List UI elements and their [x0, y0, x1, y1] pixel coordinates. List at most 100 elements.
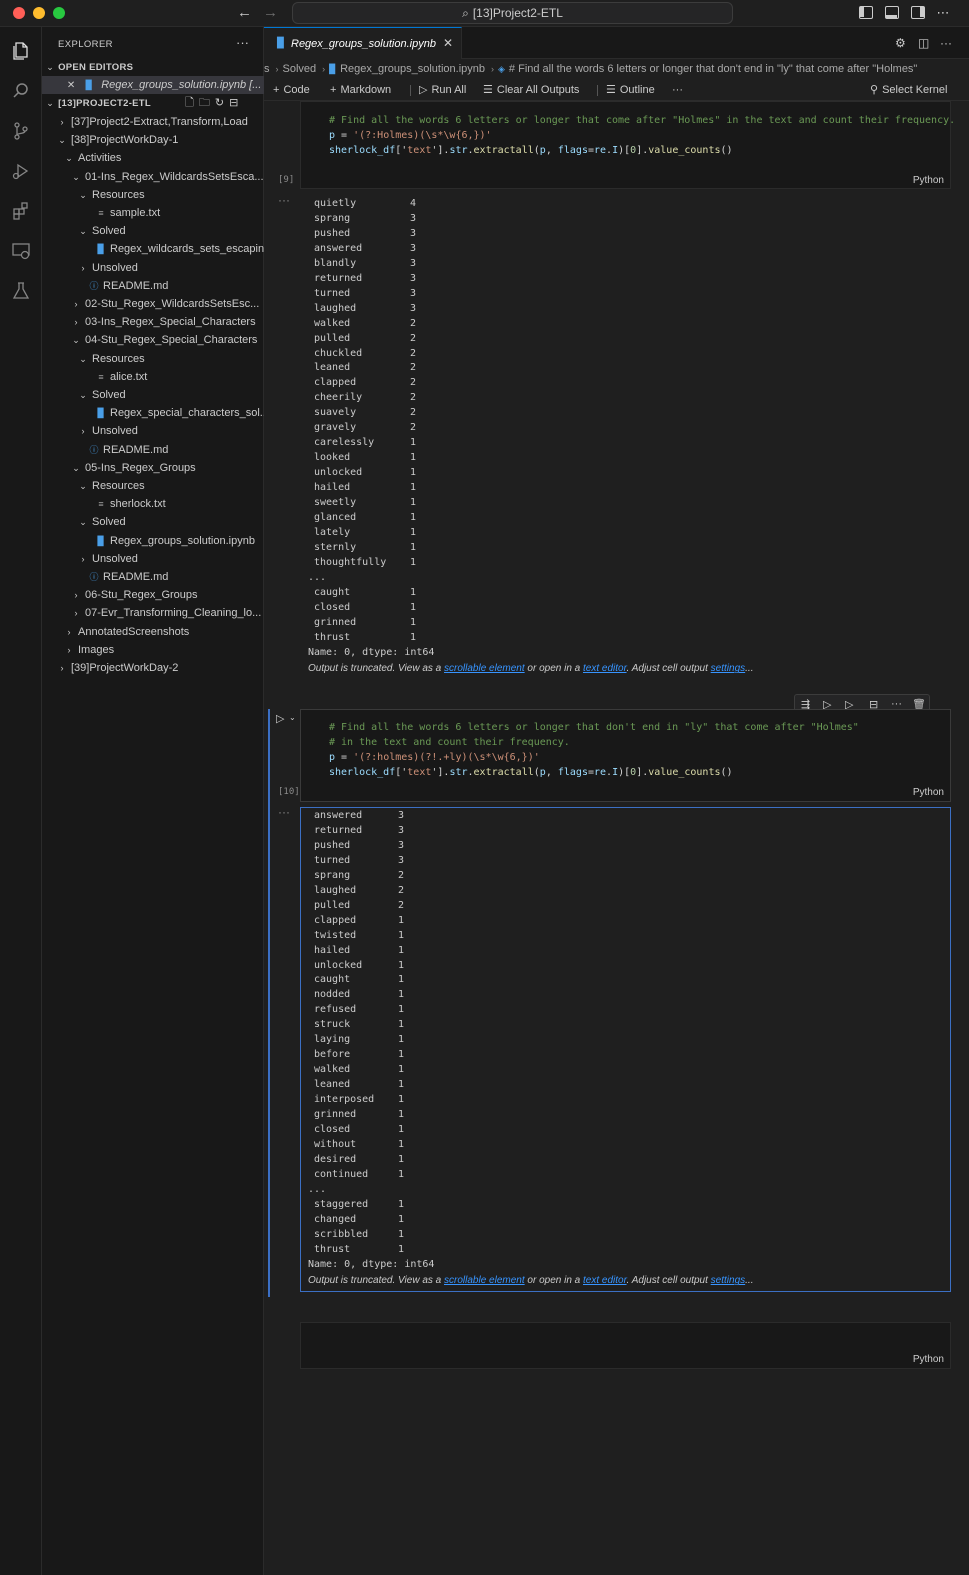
- run-debug-icon[interactable]: [0, 153, 42, 189]
- code-cell-2[interactable]: # Find all the words 6 letters or longer…: [300, 709, 951, 802]
- tree-item[interactable]: › Unsolved: [42, 259, 264, 277]
- tree-item[interactable]: › Unsolved: [42, 422, 264, 440]
- code-cell-1[interactable]: # Find all the words 6 letters or longer…: [300, 101, 955, 189]
- source-control-icon[interactable]: [0, 113, 42, 149]
- tree-item-label: 05-Ins_Regex_Groups: [85, 461, 196, 474]
- tree-item[interactable]: › Unsolved: [42, 550, 264, 568]
- tree-item[interactable]: › 06-Stu_Regex_Groups: [42, 586, 264, 604]
- refresh-icon[interactable]: ↻: [215, 97, 224, 109]
- minimize-window-button[interactable]: [33, 7, 45, 19]
- run-cell-icon[interactable]: ▷: [276, 712, 284, 725]
- tree-item[interactable]: ⌄ 04-Stu_Regex_Special_Characters: [42, 331, 264, 349]
- add-markdown-cell-button[interactable]: + Markdown: [330, 79, 391, 101]
- open-editors-header[interactable]: ⌄ OPEN EDITORS: [42, 58, 264, 76]
- close-icon[interactable]: ✕: [65, 77, 77, 94]
- cell-language-label[interactable]: Python: [913, 787, 944, 798]
- info-icon: ⓘ: [89, 444, 99, 455]
- maximize-window-button[interactable]: [53, 7, 65, 19]
- tree-item[interactable]: ⌄ Solved: [42, 386, 264, 404]
- collapse-all-icon[interactable]: ⊟: [229, 97, 238, 109]
- sidebar-more-icon[interactable]: ···: [236, 35, 249, 50]
- settings-link[interactable]: settings: [711, 663, 745, 674]
- markdown-label: Markdown: [340, 84, 392, 96]
- run-all-button[interactable]: ▷ Run All: [419, 79, 466, 101]
- toggle-panel-icon[interactable]: [885, 6, 899, 19]
- tree-item[interactable]: ⓘ README.md: [42, 441, 264, 459]
- close-tab-icon[interactable]: ✕: [443, 36, 453, 50]
- clear-all-outputs-button[interactable]: ☰ Clear All Outputs: [483, 79, 579, 101]
- tree-item[interactable]: ≡ sherlock.txt: [42, 495, 264, 513]
- workspace-header[interactable]: ⌄ [13]PROJECT2-ETL 🗋 🗀 ↻ ⊟: [42, 94, 264, 112]
- text-editor-link[interactable]: text editor: [583, 1275, 627, 1286]
- tree-item[interactable]: › Images: [42, 641, 264, 659]
- tree-item[interactable]: ⌄ 05-Ins_Regex_Groups: [42, 459, 264, 477]
- scrollable-element-link[interactable]: scrollable element: [444, 663, 525, 674]
- new-file-icon[interactable]: 🗋: [185, 97, 194, 109]
- tree-item[interactable]: ⓘ README.md: [42, 568, 264, 586]
- breadcrumb-part[interactable]: s: [264, 63, 270, 75]
- tree-item[interactable]: ⌄ Solved: [42, 222, 264, 240]
- tree-item[interactable]: › 02-Stu_Regex_WildcardsSetsEsc...: [42, 295, 264, 313]
- tree-item[interactable]: ⓘ README.md: [42, 277, 264, 295]
- breadcrumb-part[interactable]: # Find all the words 6 letters or longer…: [509, 63, 917, 75]
- output-row-label: twisted: [314, 929, 357, 941]
- add-code-cell-button[interactable]: + Code: [273, 79, 310, 101]
- new-folder-icon[interactable]: 🗀: [199, 97, 210, 109]
- tree-item[interactable]: › AnnotatedScreenshots: [42, 623, 264, 641]
- output-row-label: chuckled: [314, 347, 363, 359]
- tree-item[interactable]: › [37]Project2-Extract,Transform,Load: [42, 113, 264, 131]
- tree-item[interactable]: ▉ Regex_groups_solution.ipynb: [42, 532, 264, 550]
- split-editor-icon[interactable]: ◫: [918, 36, 929, 50]
- output-more-icon[interactable]: ···: [278, 805, 290, 819]
- tree-item[interactable]: › 07-Evr_Transforming_Cleaning_lo...: [42, 604, 264, 622]
- remote-explorer-icon[interactable]: [0, 233, 42, 269]
- tree-item[interactable]: ⌄ Solved: [42, 513, 264, 531]
- tree-item[interactable]: ≡ alice.txt: [42, 368, 264, 386]
- chevron-down-icon[interactable]: ⌄: [289, 713, 296, 722]
- breadcrumb-part[interactable]: Solved: [283, 63, 317, 75]
- cell-language-label[interactable]: Python: [913, 1354, 944, 1365]
- close-window-button[interactable]: [13, 7, 25, 19]
- tree-item[interactable]: ⌄ Activities: [42, 149, 264, 167]
- code-cell-3[interactable]: Python: [300, 1322, 951, 1369]
- toggle-secondary-sidebar-icon[interactable]: [911, 6, 925, 19]
- breadcrumb-part[interactable]: Regex_groups_solution.ipynb: [340, 63, 485, 75]
- tree-item[interactable]: ⌄ Resources: [42, 186, 264, 204]
- gear-icon[interactable]: ⚙: [895, 36, 906, 50]
- select-kernel-button[interactable]: ⚲ Select Kernel: [870, 79, 948, 101]
- toolbar-more-icon[interactable]: ···: [672, 79, 683, 101]
- notebook-icon: ▉: [277, 38, 285, 49]
- scrollable-element-link[interactable]: scrollable element: [444, 1275, 525, 1286]
- editor-more-icon[interactable]: ···: [940, 36, 952, 50]
- output-row-count: 3: [398, 854, 405, 866]
- tree-item[interactable]: ⌄ Resources: [42, 350, 264, 368]
- tree-item-label: Solved: [92, 389, 126, 401]
- forward-arrow-icon[interactable]: →: [263, 4, 278, 21]
- tree-item[interactable]: ⌄ Resources: [42, 477, 264, 495]
- search-icon[interactable]: [0, 73, 42, 109]
- text-editor-link[interactable]: text editor: [583, 663, 627, 674]
- testing-icon[interactable]: [0, 273, 42, 309]
- output-more-icon[interactable]: ···: [278, 193, 290, 207]
- outline-button[interactable]: ☰ Outline: [606, 79, 655, 101]
- tree-item[interactable]: › [39]ProjectWorkDay-2: [42, 659, 264, 677]
- extensions-icon[interactable]: [0, 193, 42, 229]
- tree-item[interactable]: ⌄ 01-Ins_Regex_WildcardsSetsEsca...: [42, 168, 264, 186]
- back-arrow-icon[interactable]: ←: [237, 4, 252, 21]
- settings-link[interactable]: settings: [711, 1275, 745, 1286]
- tree-item[interactable]: ▉ Regex_special_characters_sol...: [42, 404, 264, 422]
- tree-item[interactable]: ≡ sample.txt: [42, 204, 264, 222]
- output-row-label: changed: [314, 1213, 357, 1225]
- cell-language-label[interactable]: Python: [913, 175, 944, 186]
- tree-item[interactable]: ⌄ [38]ProjectWorkDay-1: [42, 131, 264, 149]
- tree-item[interactable]: ▉ Regex_wildcards_sets_escapin...: [42, 240, 264, 258]
- tree-item[interactable]: › 03-Ins_Regex_Special_Characters: [42, 313, 264, 331]
- outline-icon: ☰: [606, 84, 616, 96]
- tab-regex-groups-solution[interactable]: ▉ Regex_groups_solution.ipynb ✕: [264, 27, 462, 59]
- explorer-icon[interactable]: [0, 33, 42, 69]
- open-editor-item[interactable]: ✕ ▉ Regex_groups_solution.ipynb [...: [42, 76, 264, 94]
- tree-item-label: Regex_special_characters_sol...: [110, 407, 264, 420]
- customize-layout-more-icon[interactable]: ⋯: [935, 5, 951, 21]
- command-center[interactable]: ⌕ [13]Project2-ETL: [292, 2, 733, 24]
- toggle-primary-sidebar-icon[interactable]: [859, 6, 873, 19]
